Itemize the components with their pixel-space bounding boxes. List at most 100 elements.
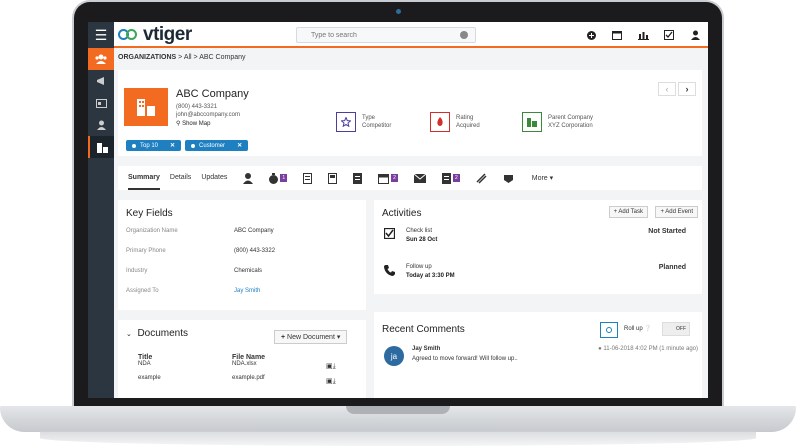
field-row: Industry Chemicals bbox=[126, 268, 262, 274]
record-email[interactable]: john@abccompany.com bbox=[176, 112, 240, 118]
app-logo[interactable]: vtiger bbox=[118, 24, 192, 46]
nav-card-icon[interactable] bbox=[88, 92, 114, 114]
key-fields-title: Key Fields bbox=[126, 208, 173, 219]
fact-type-value: Competitor bbox=[362, 123, 392, 129]
tab-quotes-icon[interactable] bbox=[303, 172, 313, 184]
fact-rating: Rating Acquired bbox=[430, 112, 480, 132]
laptop-notch bbox=[346, 406, 450, 414]
tab-contacts-icon[interactable] bbox=[243, 172, 254, 184]
breadcrumb-separator: > bbox=[193, 54, 198, 61]
tab-badge: 1 bbox=[280, 174, 288, 182]
search-icon bbox=[606, 327, 612, 333]
document-title[interactable]: example bbox=[138, 375, 161, 381]
tab-summary[interactable]: Summary bbox=[128, 166, 160, 190]
more-tabs-button[interactable]: More ▾ bbox=[532, 174, 553, 182]
breadcrumb-record: ABC Company bbox=[199, 54, 246, 61]
download-icon[interactable]: ▣⤓ bbox=[326, 377, 336, 386]
nav-person-icon[interactable] bbox=[88, 114, 114, 136]
app-screen: ☰ vtiger ORGANIZATIONS > All > bbox=[88, 22, 708, 398]
top-bar: ☰ vtiger bbox=[88, 22, 708, 48]
tab-details[interactable]: Details bbox=[170, 166, 191, 190]
rollup-toggle[interactable]: OFF bbox=[662, 322, 690, 336]
user-icon[interactable] bbox=[688, 28, 702, 42]
tab-invoice-icon[interactable] bbox=[353, 172, 363, 184]
comment-search-button[interactable] bbox=[600, 322, 618, 338]
documents-file-column: File Name NDA.xlsx example.pdf bbox=[232, 354, 265, 381]
tab-email-icon[interactable] bbox=[413, 173, 426, 183]
comment-time: 11-06-2018 4:02 PM (1 minute ago) bbox=[603, 346, 698, 352]
nav-marketing-icon[interactable] bbox=[88, 70, 114, 92]
activity-status: Not Started bbox=[648, 228, 686, 235]
add-event-button[interactable]: + Add Event bbox=[655, 206, 698, 218]
comment-time-row: ● 11-06-2018 4:02 PM (1 minute ago) bbox=[598, 346, 698, 352]
calendar-icon[interactable] bbox=[610, 28, 624, 42]
nav-contacts-icon[interactable] bbox=[88, 48, 114, 70]
breadcrumb-all[interactable]: All bbox=[184, 54, 192, 61]
download-icon[interactable]: ▣⤓ bbox=[326, 362, 336, 371]
more-label: More bbox=[531, 175, 548, 182]
checkbox-icon bbox=[383, 227, 396, 241]
new-document-button[interactable]: + New Document ▾ bbox=[274, 330, 348, 344]
document-actions: ▣⤓ ▣⤓ bbox=[326, 362, 336, 386]
tasks-icon[interactable] bbox=[662, 28, 676, 42]
tab-badge: 2 bbox=[452, 174, 460, 182]
tag-label: Top 10 bbox=[140, 142, 159, 149]
documents-title: Documents bbox=[137, 328, 189, 339]
breadcrumb-module[interactable]: ORGANIZATIONS bbox=[118, 54, 176, 61]
activity-title: Follow up bbox=[406, 264, 432, 270]
assigned-user-link[interactable]: Jay Smith bbox=[234, 288, 260, 294]
field-label: Industry bbox=[126, 268, 148, 274]
field-value[interactable]: ABC Company bbox=[234, 228, 274, 234]
tab-assets-icon[interactable] bbox=[476, 172, 487, 184]
activity-item[interactable]: Check list Sun 28 Oct Not Started bbox=[383, 227, 686, 243]
remove-tag-icon[interactable]: ✕ bbox=[170, 142, 175, 149]
tab-documents-icon[interactable]: 2 bbox=[441, 172, 460, 184]
show-map-link[interactable]: ⚲ Show Map bbox=[176, 120, 210, 127]
documents-panel: ⌄ Documents + New Document ▾ Title NDA e… bbox=[118, 320, 366, 398]
field-value[interactable]: (800) 443-3322 bbox=[234, 248, 275, 254]
document-file[interactable]: example.pdf bbox=[232, 375, 265, 381]
previous-record-icon[interactable]: ‹ bbox=[658, 82, 676, 96]
tab-support-icon[interactable] bbox=[503, 173, 514, 184]
comment-text: Agreed to move forward! Will follow up.. bbox=[412, 356, 518, 362]
tag-label: Customer bbox=[199, 142, 226, 149]
tag-dot-icon bbox=[132, 143, 136, 148]
document-file[interactable]: NDA.xlsx bbox=[232, 361, 265, 367]
documents-title-row[interactable]: ⌄ Documents bbox=[126, 328, 188, 339]
record-phone[interactable]: (800) 443-3321 bbox=[176, 104, 217, 110]
record-title: ABC Company bbox=[176, 88, 249, 100]
record-header: ABC Company (800) 443-3321 john@abccompa… bbox=[118, 70, 702, 156]
reports-icon[interactable] bbox=[636, 28, 650, 42]
fact-type-label: Type bbox=[362, 115, 376, 121]
tab-badge: 2 bbox=[391, 174, 398, 182]
field-value[interactable]: Chemicals bbox=[234, 268, 262, 274]
tag-chip[interactable]: Customer ✕ bbox=[185, 140, 249, 151]
fact-parent-value[interactable]: XYZ Corporation bbox=[548, 122, 593, 130]
column-header: Title bbox=[138, 354, 153, 361]
tab-updates[interactable]: Updates bbox=[201, 166, 227, 190]
search-dropdown-icon[interactable] bbox=[460, 31, 468, 39]
next-record-icon[interactable]: › bbox=[678, 82, 696, 96]
search-input[interactable] bbox=[296, 27, 476, 43]
tab-deals-icon[interactable]: 1 bbox=[269, 172, 288, 184]
new-document-label: New Document bbox=[287, 334, 335, 341]
tab-calendar-icon[interactable]: 2 bbox=[378, 173, 398, 184]
add-task-button[interactable]: + Add Task bbox=[608, 206, 648, 218]
tag-chip[interactable]: Top 10 ✕ bbox=[126, 140, 182, 151]
organization-icon bbox=[124, 88, 168, 126]
menu-icon[interactable]: ☰ bbox=[88, 22, 114, 48]
activity-item[interactable]: Follow up Today at 3:30 PM Planned bbox=[384, 264, 686, 279]
tag-list: Top 10 ✕ Customer ✕ bbox=[126, 140, 249, 151]
rollup-text: Roll up bbox=[624, 326, 643, 332]
document-title[interactable]: NDA bbox=[138, 361, 161, 367]
breadcrumb: ORGANIZATIONS > All > ABC Company bbox=[118, 54, 246, 61]
add-circle-icon[interactable] bbox=[584, 28, 598, 42]
tab-sales-order-icon[interactable] bbox=[328, 172, 338, 184]
logo-text: vtiger bbox=[143, 24, 192, 45]
remove-tag-icon[interactable]: ✕ bbox=[237, 142, 242, 149]
rollup-label: Roll up ❔ bbox=[624, 325, 652, 332]
comment-author[interactable]: Jay Smith bbox=[412, 346, 440, 352]
help-icon[interactable]: ❔ bbox=[644, 326, 651, 332]
comment-bubble-icon: ● bbox=[598, 346, 602, 352]
nav-organizations-icon[interactable] bbox=[88, 136, 114, 158]
